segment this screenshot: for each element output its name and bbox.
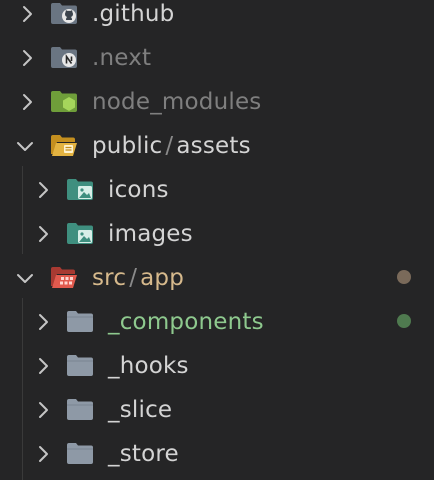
tree-item-slice[interactable]: _slice — [0, 388, 434, 432]
tree-item-public-assets[interactable]: public / assets — [0, 124, 434, 168]
tree-item-store[interactable]: _store — [0, 432, 434, 476]
github-folder-icon — [50, 1, 78, 25]
folder-icon — [66, 353, 94, 377]
folder-name-part: app — [140, 265, 185, 291]
tree-item-label: _hooks — [108, 353, 189, 379]
tree-item-label: node_modules — [92, 89, 262, 115]
folder-icon — [66, 441, 94, 465]
chevron-down-icon[interactable] — [14, 135, 36, 157]
file-explorer-tree: .github .next node_modules public / asse… — [0, 0, 434, 480]
chevron-right-icon[interactable] — [32, 355, 54, 377]
tree-item-label: images — [108, 221, 193, 247]
folder-icon — [66, 309, 94, 333]
folder-name-part: assets — [176, 133, 251, 159]
tree-item-label: icons — [108, 177, 169, 203]
tree-item-github[interactable]: .github — [0, 0, 434, 36]
untracked-status-dot — [397, 314, 411, 328]
tree-item-images[interactable]: images — [0, 212, 434, 256]
tree-item-label: .next — [92, 45, 152, 71]
image-folder-icon — [66, 221, 94, 245]
tree-item-label: _components — [108, 309, 264, 335]
path-separator: / — [165, 133, 174, 159]
tree-item-label: public / assets — [92, 132, 251, 160]
tree-item-label: .github — [92, 1, 175, 27]
tree-item-next[interactable]: .next — [0, 36, 434, 80]
chevron-right-icon[interactable] — [16, 3, 38, 25]
folder-icon — [66, 397, 94, 421]
tree-item-components[interactable]: _components — [0, 300, 434, 344]
chevron-down-icon[interactable] — [14, 267, 36, 289]
chevron-right-icon[interactable] — [32, 443, 54, 465]
tree-item-icons[interactable]: icons — [0, 168, 434, 212]
tree-item-label: _store — [108, 441, 179, 467]
chevron-right-icon[interactable] — [32, 399, 54, 421]
node-folder-icon — [50, 89, 78, 113]
folder-name-part: src — [92, 265, 127, 291]
tree-item-label: _slice — [108, 397, 173, 423]
chevron-right-icon[interactable] — [16, 91, 38, 113]
chevron-right-icon[interactable] — [32, 223, 54, 245]
tree-item-src-app[interactable]: src / app — [0, 256, 434, 300]
next-folder-icon — [50, 45, 78, 69]
public-open-folder-icon — [50, 133, 78, 157]
image-folder-icon — [66, 177, 94, 201]
chevron-right-icon[interactable] — [16, 47, 38, 69]
tree-item-node-modules[interactable]: node_modules — [0, 80, 434, 124]
folder-name-part: public — [92, 133, 163, 159]
chevron-right-icon[interactable] — [32, 179, 54, 201]
src-open-folder-icon — [50, 265, 78, 289]
path-separator: / — [129, 265, 138, 291]
tree-item-hooks[interactable]: _hooks — [0, 344, 434, 388]
modified-status-dot — [397, 270, 411, 284]
chevron-right-icon[interactable] — [32, 311, 54, 333]
tree-item-label: src / app — [92, 264, 184, 292]
